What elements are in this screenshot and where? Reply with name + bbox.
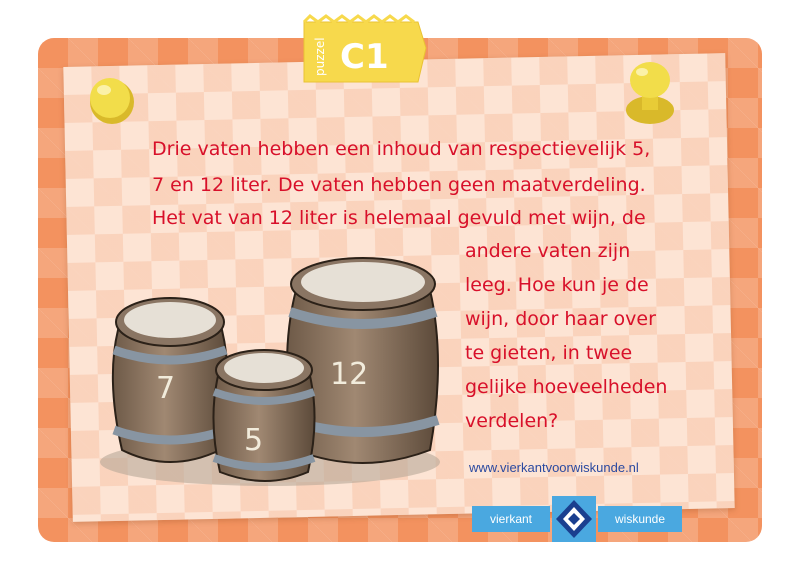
puzzle-line-3: Het vat van 12 liter is helemaal gevuld …: [152, 207, 646, 229]
puzzle-line-6: wijn, door haar over: [465, 308, 656, 330]
puzzle-line-4: andere vaten zijn: [465, 240, 631, 262]
barrel-5-icon: 5: [212, 349, 316, 482]
barrels-illustration: 7 12 5: [100, 257, 440, 486]
tab-small-label: puzzel: [313, 37, 327, 76]
puzzle-line-2: 7 en 12 liter. De vaten hebben geen maat…: [152, 174, 646, 196]
barrel-5-label: 5: [244, 423, 263, 458]
puzzle-tab: puzzel C1: [302, 14, 427, 83]
tab-code: C1: [340, 37, 389, 77]
pushpin-left-icon: [90, 78, 134, 124]
puzzle-line-8: gelijke hoeveelheden: [465, 376, 668, 398]
pushpin-right-icon: [626, 62, 674, 124]
barrel-7-label: 7: [156, 371, 175, 406]
puzzle-line-9: verdelen?: [465, 410, 559, 432]
barrel-12-label: 12: [330, 357, 368, 392]
puzzle-line-7: te gieten, in twee: [465, 342, 633, 364]
logo-right-label: wiskunde: [598, 506, 682, 532]
puzzle-line-5: leeg. Hoe kun je de: [465, 274, 649, 296]
logo: vierkant wiskunde: [472, 494, 682, 544]
puzzle-line-1: Drie vaten hebben een inhoud van respect…: [152, 138, 651, 160]
logo-diamond-icon: [552, 496, 596, 542]
website-link[interactable]: www.vierkantvoorwiskunde.nl: [469, 460, 639, 475]
barrel-7-icon: 7: [111, 297, 229, 463]
logo-left-label: vierkant: [472, 506, 550, 532]
